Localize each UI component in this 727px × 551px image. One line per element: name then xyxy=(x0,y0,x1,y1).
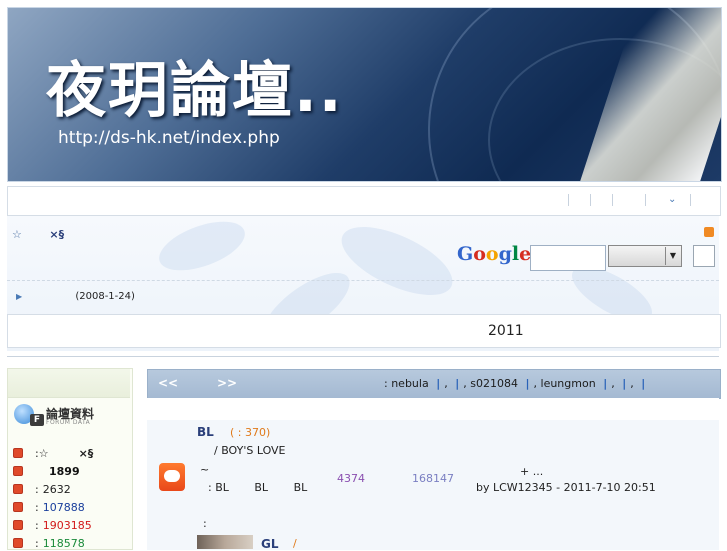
moderator-link[interactable]: , s021084 xyxy=(463,377,518,390)
user-status: ☆ ×§ xyxy=(12,228,64,241)
forum-description: / BOY'S LOVE xyxy=(214,444,286,457)
announcement-box xyxy=(7,314,721,348)
nav-separator xyxy=(612,194,613,206)
forum-banner[interactable]: 夜玥論壇.. http://ds-hk.net/index.php xyxy=(7,7,722,182)
forum-thumbnail[interactable] xyxy=(197,535,253,549)
stat-row: :118578 xyxy=(13,537,85,550)
bullet-icon xyxy=(13,520,23,530)
triangle-right-icon: ▶ xyxy=(16,292,23,301)
moderator-link[interactable]: , xyxy=(444,377,448,390)
moderator-link[interactable]: , xyxy=(611,377,615,390)
divider xyxy=(7,356,719,357)
prev-button[interactable]: << xyxy=(158,376,178,390)
last-post-info[interactable]: by LCW12345 - 2011-7-10 20:51 xyxy=(476,481,656,494)
topic-count: 4374 xyxy=(337,472,365,485)
news-date: (2008-1-24) xyxy=(75,291,135,302)
stat-row: 1899 xyxy=(13,465,80,478)
nav-separator xyxy=(590,194,591,206)
search-button[interactable] xyxy=(693,245,715,267)
chevron-down-icon: ▼ xyxy=(665,247,680,265)
forum-data-subtitle: FORUM DATA xyxy=(46,419,91,426)
nav-separator xyxy=(645,194,646,206)
moderator-link[interactable]: , xyxy=(630,377,634,390)
forum-status-icon[interactable] xyxy=(159,463,185,491)
next-button[interactable]: >> xyxy=(217,376,237,390)
stat-row: :1903185 xyxy=(13,519,92,532)
star-icon: ☆ xyxy=(12,228,22,241)
last-post-title[interactable]: + ... xyxy=(520,465,543,478)
bullet-icon xyxy=(13,538,23,548)
stat-row: :2632 xyxy=(13,483,71,496)
bullet-icon xyxy=(13,484,23,494)
moderator-link[interactable]: : nebula xyxy=(384,377,429,390)
search-type-select[interactable]: ▼ xyxy=(608,245,682,267)
bullet-icon xyxy=(13,466,23,476)
user-status-text: ×§ xyxy=(49,228,65,241)
search-input[interactable] xyxy=(530,245,606,271)
table-spacer xyxy=(147,398,719,420)
subforum-list: : BL BL BL xyxy=(208,481,329,494)
subforum-link[interactable]: BL xyxy=(254,481,268,494)
subforum-link[interactable]: : BL xyxy=(208,481,229,494)
chat-bubble-icon xyxy=(164,470,180,482)
rss-icon[interactable] xyxy=(704,227,714,237)
google-logo: Google™ xyxy=(457,243,537,265)
forum-f-icon: F xyxy=(30,414,44,426)
forum-today-count: / xyxy=(293,537,297,550)
post-count: 168147 xyxy=(412,472,454,485)
stat-row: :☆ ×§ xyxy=(13,447,93,460)
subforum-link[interactable]: BL xyxy=(294,481,308,494)
stat-row: :107888 xyxy=(13,501,85,514)
forum-name-link[interactable]: BL xyxy=(197,425,214,439)
news-item[interactable]: ▶ (2008-1-24) xyxy=(16,291,135,302)
forum-moderator-label: : xyxy=(203,517,207,530)
forum-description-extra: ~ xyxy=(200,463,210,476)
banner-title: 夜玥論壇.. xyxy=(46,56,344,126)
bullet-icon xyxy=(13,448,23,458)
moderator-list: : nebula |, |, s021084 |, leungmon |, |,… xyxy=(384,377,646,390)
forum-today-count: ( : 370) xyxy=(230,426,271,439)
moderator-link[interactable]: , leungmon xyxy=(534,377,596,390)
bullet-icon xyxy=(13,502,23,512)
nav-separator xyxy=(568,194,569,206)
sidebar-header xyxy=(8,369,130,398)
divider xyxy=(7,280,719,281)
announcement-text: 2011 xyxy=(488,323,524,339)
nav-separator xyxy=(690,194,691,206)
chevron-down-icon[interactable]: ⌄ xyxy=(668,194,676,205)
banner-url: http://ds-hk.net/index.php xyxy=(58,128,280,148)
top-nav-bar xyxy=(7,186,721,216)
forum-name-link[interactable]: GL xyxy=(261,537,279,551)
